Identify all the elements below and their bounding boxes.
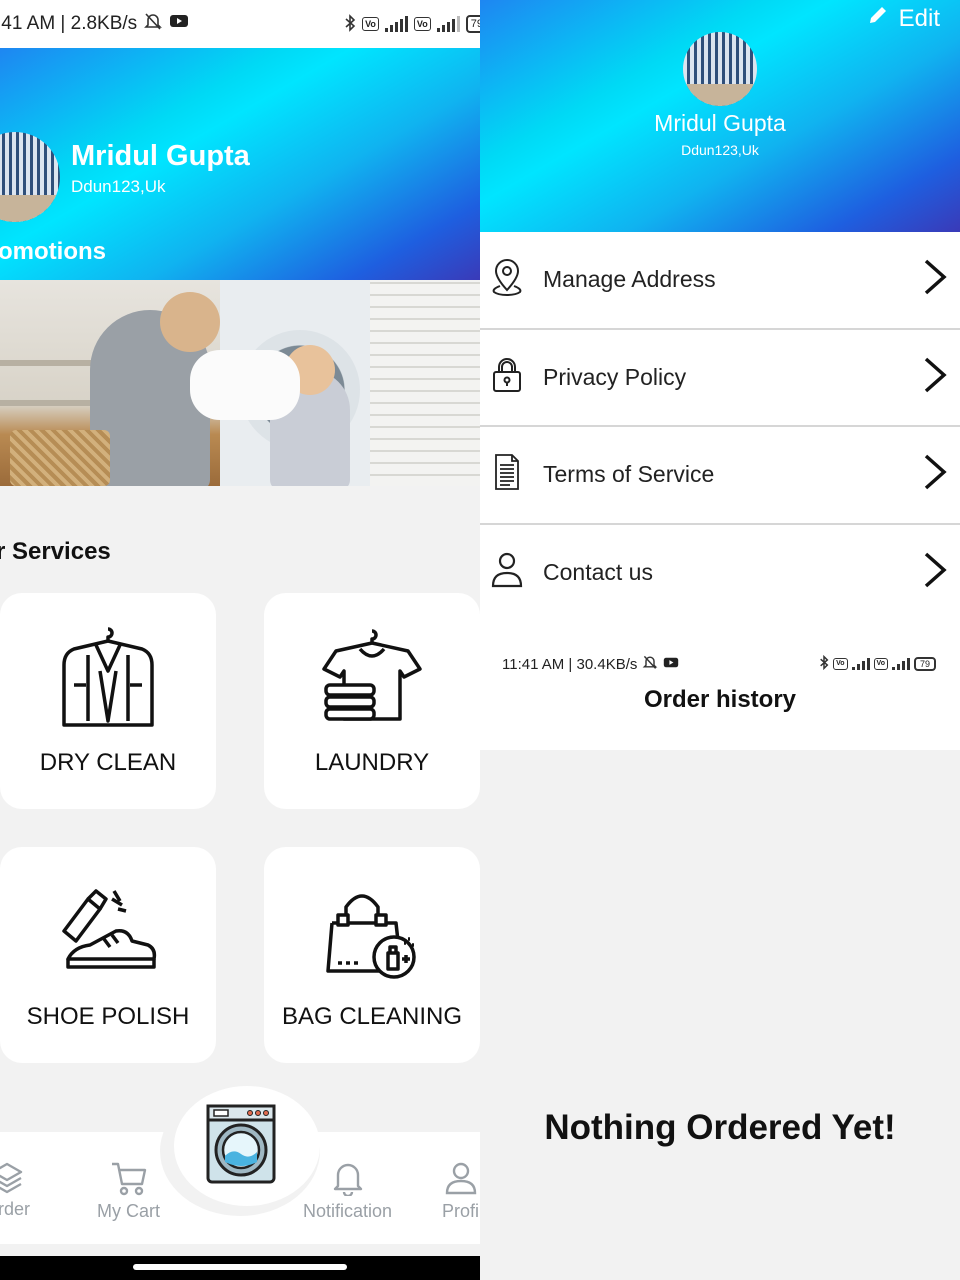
menu-privacy-policy[interactable]: Privacy Policy	[480, 330, 960, 427]
status-bar: 11:41 AM | 30.4KB/s Vo Vo 79	[502, 654, 936, 674]
menu-terms-of-service[interactable]: Terms of Service	[480, 427, 960, 525]
volte-icon-2: Vo	[873, 658, 888, 670]
youtube-icon	[169, 13, 189, 35]
chevron-right-icon	[922, 452, 948, 497]
order-history-header: 11:41 AM | 30.4KB/s Vo Vo 79 Order histo…	[480, 610, 960, 750]
shirt-hanger-icon	[322, 629, 422, 734]
suit-hanger-icon	[60, 625, 156, 734]
volte-icon-2: Vo	[413, 17, 431, 31]
battery-icon: 79	[465, 15, 480, 33]
avatar[interactable]	[0, 132, 60, 222]
woman-head	[160, 292, 220, 352]
bluetooth-icon	[344, 13, 356, 35]
bluetooth-icon	[819, 654, 829, 673]
profile-header: Edit Mridul Gupta Ddun123,Uk	[480, 0, 960, 232]
nav-order[interactable]: Order	[0, 1160, 30, 1220]
signal-5g-icon	[384, 16, 408, 32]
layers-icon	[0, 1160, 25, 1199]
battery-icon: 79	[913, 657, 936, 671]
youtube-icon	[663, 656, 679, 673]
mute-icon	[642, 654, 658, 674]
nav-label: Order	[0, 1199, 31, 1219]
user-address: Ddun123,Uk	[71, 177, 166, 196]
avatar[interactable]	[683, 32, 757, 106]
chevron-right-icon	[922, 550, 948, 595]
bell-icon	[330, 1160, 366, 1201]
shoe-spray-icon	[58, 887, 158, 982]
status-time-speed: 11:41 AM | 30.4KB/s	[502, 655, 638, 673]
menu-label: Privacy Policy	[543, 363, 687, 390]
nav-label: Notification	[303, 1201, 393, 1221]
signal-5g-icon	[851, 658, 870, 670]
person-icon	[443, 1160, 479, 1201]
menu-label: Manage Address	[543, 266, 716, 293]
profile-screen: Edit Mridul Gupta Ddun123,Uk Manage Addr…	[480, 0, 960, 1280]
service-label: DRY CLEAN	[39, 749, 177, 776]
nav-label: Profi	[442, 1201, 480, 1221]
center-order-button[interactable]	[174, 1086, 320, 1206]
menu-contact-us[interactable]: Contact us	[480, 525, 960, 622]
pencil-icon	[867, 4, 889, 33]
lock-icon	[490, 356, 524, 399]
edit-label: Edit	[898, 4, 940, 32]
page-title: Order history	[643, 686, 797, 713]
promotions-title: omotions	[0, 238, 106, 265]
volte-icon: Vo	[833, 658, 848, 670]
status-time-speed: :41 AM | 2.8KB/s	[0, 13, 138, 34]
user-address: Ddun123,Uk	[681, 142, 759, 158]
promotion-banner[interactable]	[0, 280, 480, 486]
nav-profile[interactable]: Profi	[442, 1160, 479, 1222]
edit-button[interactable]: Edit	[867, 4, 940, 33]
status-bar: :41 AM | 2.8KB/s Vo Vo 79	[0, 0, 480, 48]
nav-my-cart[interactable]: My Cart	[97, 1160, 160, 1222]
profile-menu: Manage Address Privacy Policy Terms of S…	[480, 232, 960, 622]
washing-machine-icon	[206, 1104, 276, 1189]
menu-label: Terms of Service	[543, 461, 715, 488]
service-card-bag-cleaning[interactable]: BAG CLEANING	[264, 847, 480, 1063]
signal-icon	[891, 658, 910, 670]
chevron-right-icon	[922, 355, 948, 400]
towel	[190, 350, 300, 420]
service-label: BAG CLEANING	[281, 1003, 463, 1030]
bag-cleaning-icon	[322, 883, 422, 984]
mute-icon	[143, 11, 163, 37]
nav-label: My Cart	[97, 1201, 160, 1221]
document-icon	[490, 453, 524, 496]
home-screen: :41 AM | 2.8KB/s Vo Vo 79 Mridul Gupta D…	[0, 0, 480, 1280]
empty-orders-message: Nothing Ordered Yet!	[544, 1108, 896, 1147]
service-card-shoe-polish[interactable]: SHOE POLISH	[0, 847, 216, 1063]
user-name: Mridul Gupta	[71, 140, 250, 172]
volte-icon: Vo	[362, 17, 379, 31]
cart-icon	[110, 1160, 148, 1201]
person-icon	[490, 551, 524, 594]
chevron-right-icon	[922, 257, 948, 302]
profile-header: Mridul Gupta Ddun123,Uk omotions	[0, 48, 480, 280]
service-card-dry-clean[interactable]: DRY CLEAN	[0, 593, 216, 809]
signal-icon	[436, 16, 460, 32]
location-pin-icon	[490, 258, 524, 301]
menu-manage-address[interactable]: Manage Address	[480, 232, 960, 330]
home-indicator[interactable]	[133, 1264, 347, 1270]
service-card-laundry[interactable]: LAUNDRY	[264, 593, 480, 809]
service-label: LAUNDRY	[314, 749, 430, 776]
basket	[10, 430, 110, 486]
menu-label: Contact us	[543, 558, 653, 585]
cabinet	[370, 280, 480, 486]
service-label: SHOE POLISH	[26, 1003, 190, 1030]
services-title: r Services	[0, 538, 111, 565]
user-name: Mridul Gupta	[654, 110, 786, 136]
